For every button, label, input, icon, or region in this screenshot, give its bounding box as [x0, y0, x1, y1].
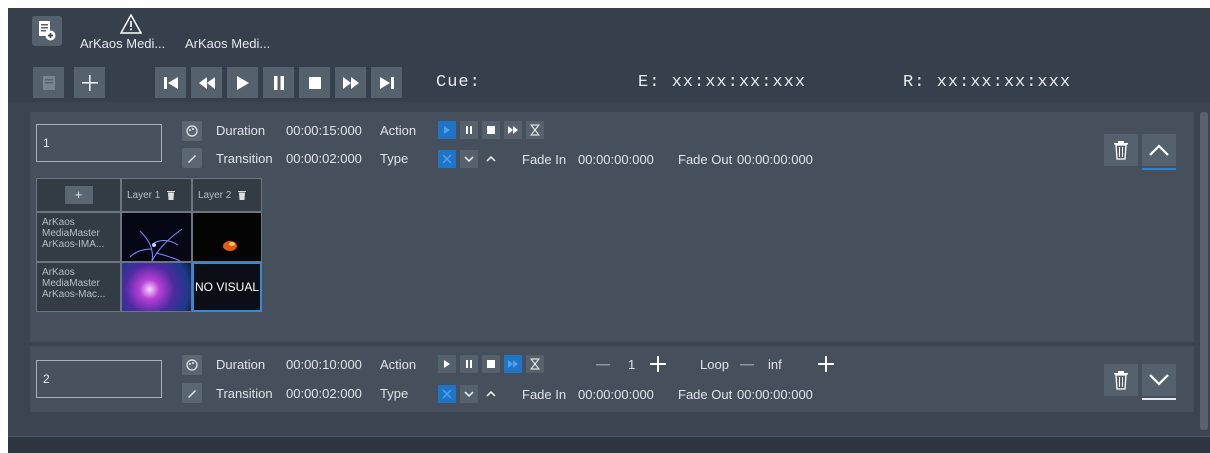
- warning-icon: [120, 14, 142, 34]
- layer-2-label: Layer 2: [198, 189, 232, 201]
- type-label: Type: [380, 386, 409, 401]
- chevron-down-icon[interactable]: [460, 150, 478, 168]
- play-icon[interactable]: [438, 355, 456, 373]
- collapse-chevron-up-icon[interactable]: [1142, 134, 1176, 166]
- fade-out-value[interactable]: 00:00:00:000: [737, 152, 813, 167]
- media-thumbnail[interactable]: [121, 262, 192, 312]
- bottom-bar: [8, 436, 1210, 453]
- remaining-time: R: xx:xx:xx:xxx: [903, 73, 1072, 92]
- play-icon[interactable]: [438, 121, 456, 139]
- transition-label: Transition: [216, 151, 273, 166]
- fade-out-value[interactable]: 00:00:00:000: [737, 387, 813, 402]
- add-icon[interactable]: [74, 67, 105, 98]
- layer-1-label: Layer 1: [127, 189, 161, 201]
- type-label: Type: [380, 151, 409, 166]
- fast-forward-icon[interactable]: [504, 121, 522, 139]
- fade-in-value[interactable]: 00:00:00:000: [578, 152, 654, 167]
- fade-out-label: Fade Out: [678, 387, 733, 402]
- fade-in-label: Fade In: [522, 387, 567, 402]
- fade-out-label: Fade Out: [678, 152, 733, 167]
- stop-icon[interactable]: [482, 355, 500, 373]
- chevron-down-icon[interactable]: [460, 385, 478, 403]
- play-icon[interactable]: [227, 67, 258, 98]
- layer-1-header[interactable]: Layer 1: [121, 178, 192, 212]
- transition-value[interactable]: 00:00:02:000: [286, 151, 362, 166]
- tab-media-2[interactable]: ArKaos Medi...: [185, 36, 270, 51]
- elapsed-time: E: xx:xx:xx:xxx: [638, 73, 807, 92]
- layer-2-header[interactable]: Layer 2: [192, 178, 262, 212]
- cue-panel-1: 1 Duration 00:00:15:000 Action Transitio…: [30, 112, 1194, 342]
- stop-icon[interactable]: [299, 67, 330, 98]
- transition-label: Transition: [216, 386, 273, 401]
- active-indicator: [1142, 168, 1176, 170]
- close-icon[interactable]: [438, 150, 456, 168]
- fast-forward-icon[interactable]: [504, 355, 522, 373]
- media-thumbnail[interactable]: [121, 212, 192, 262]
- increment-icon[interactable]: [650, 356, 666, 372]
- app-window: ArKaos Medi... ArKaos Medi... Cue: E: xx…: [8, 8, 1210, 453]
- rewind-icon[interactable]: [191, 67, 222, 98]
- vertical-scrollbar[interactable]: [1200, 112, 1208, 430]
- pause-icon[interactable]: [460, 355, 478, 373]
- fade-in-label: Fade In: [522, 152, 567, 167]
- tab-media-1[interactable]: ArKaos Medi...: [80, 36, 165, 51]
- palette-icon[interactable]: [182, 121, 202, 141]
- skip-start-icon[interactable]: [155, 67, 186, 98]
- chevron-up-icon[interactable]: [482, 150, 500, 168]
- increment-icon[interactable]: [818, 356, 834, 372]
- trash-icon[interactable]: [166, 189, 176, 201]
- fade-in-value[interactable]: 00:00:00:000: [578, 387, 654, 402]
- stop-icon[interactable]: [482, 121, 500, 139]
- trash-icon[interactable]: [237, 189, 247, 201]
- pause-icon[interactable]: [460, 121, 478, 139]
- decrement-icon[interactable]: [740, 364, 754, 366]
- add-layer-button[interactable]: +: [36, 178, 121, 212]
- hourglass-icon[interactable]: [526, 355, 544, 373]
- pencil-icon[interactable]: [182, 148, 202, 168]
- chevron-up-icon[interactable]: [482, 385, 500, 403]
- repeat-count: 1: [628, 357, 636, 372]
- transition-value[interactable]: 00:00:02:000: [286, 386, 362, 401]
- action-label: Action: [380, 357, 417, 372]
- hourglass-icon[interactable]: [526, 121, 544, 139]
- document-icon[interactable]: [33, 67, 64, 98]
- action-label: Action: [380, 123, 417, 138]
- loop-label: Loop: [700, 357, 729, 372]
- fast-forward-icon[interactable]: [335, 67, 366, 98]
- palette-icon[interactable]: [182, 355, 202, 375]
- media-thumbnail[interactable]: [192, 212, 262, 262]
- trash-icon[interactable]: [1104, 134, 1138, 166]
- trash-icon[interactable]: [1104, 364, 1138, 396]
- pencil-icon[interactable]: [182, 383, 202, 403]
- duration-value[interactable]: 00:00:10:000: [286, 357, 362, 372]
- cue-number-field[interactable]: 1: [36, 124, 162, 162]
- close-icon[interactable]: [438, 385, 456, 403]
- expand-chevron-down-icon[interactable]: [1142, 364, 1176, 396]
- expand-indicator: [1142, 398, 1176, 400]
- cue-label: Cue:: [436, 73, 481, 92]
- skip-end-icon[interactable]: [371, 67, 402, 98]
- top-toolbar: ArKaos Medi... ArKaos Medi... Cue: E: xx…: [8, 8, 1210, 102]
- no-visual-cell[interactable]: NO VISUAL: [192, 262, 262, 312]
- loop-value: inf: [768, 357, 782, 372]
- duration-label: Duration: [216, 123, 266, 138]
- cue-panel-2: 2 Duration 00:00:10:000 Action Transitio…: [30, 346, 1194, 412]
- media-row-label[interactable]: ArKaos MediaMaster ArKaos-Mac...: [36, 262, 121, 312]
- decrement-icon[interactable]: [596, 364, 610, 366]
- cue-number-field[interactable]: 2: [36, 360, 162, 398]
- media-row-label[interactable]: ArKaos MediaMaster ArKaos-IMA...: [36, 212, 121, 262]
- new-file-icon[interactable]: [32, 16, 62, 46]
- duration-value[interactable]: 00:00:15:000: [286, 123, 362, 138]
- duration-label: Duration: [216, 357, 266, 372]
- pause-icon[interactable]: [263, 67, 294, 98]
